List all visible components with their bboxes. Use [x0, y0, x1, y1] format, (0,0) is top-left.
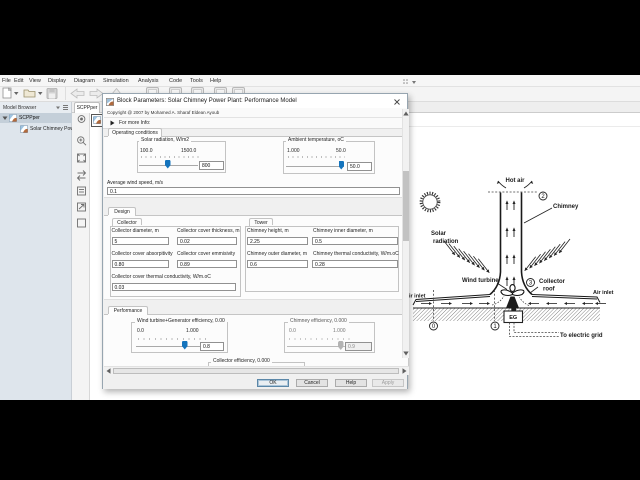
svg-text:Collector: Collector	[539, 279, 566, 285]
svg-text:Air inlet: Air inlet	[593, 290, 614, 296]
svg-text:roof: roof	[543, 287, 556, 293]
svg-text:Solar: Solar	[431, 231, 447, 237]
svg-text:EG: EG	[509, 315, 517, 321]
svg-text:radiation: radiation	[433, 239, 459, 245]
svg-text:Wind turbine: Wind turbine	[462, 278, 499, 284]
svg-text:Chimney: Chimney	[553, 204, 579, 210]
svg-text:Hot air: Hot air	[505, 178, 525, 184]
svg-text:To electric grid: To electric grid	[560, 333, 603, 339]
